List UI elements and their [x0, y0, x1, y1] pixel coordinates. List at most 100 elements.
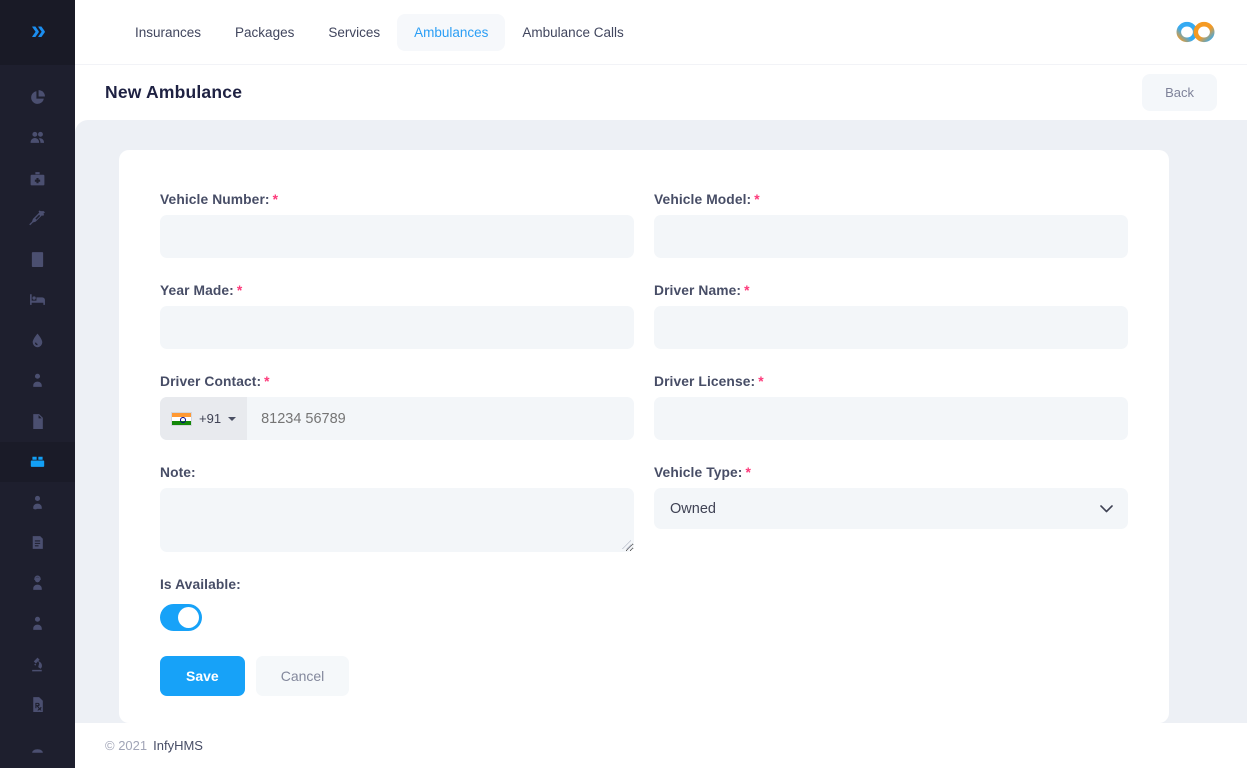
sidebar-item-ambulances[interactable] [0, 442, 75, 483]
sidebar-item-laboratory[interactable] [0, 644, 75, 685]
india-flag-icon [171, 412, 192, 426]
page-header: New Ambulance Back [75, 65, 1247, 120]
form-actions: Save Cancel [160, 656, 1128, 696]
microscope-icon [29, 656, 46, 673]
sidebar-item-billing[interactable] [0, 239, 75, 280]
double-chevron-right-icon: » [31, 17, 44, 44]
copyright-text: © 2021 [105, 738, 147, 753]
sidebar-item-prescriptions[interactable] [0, 685, 75, 726]
driver-contact-label: Driver Contact:* [160, 374, 634, 389]
year-made-label: Year Made:* [160, 283, 634, 298]
back-button[interactable]: Back [1142, 74, 1217, 111]
phone-input-wrap: +91 [160, 397, 634, 440]
driver-license-group: Driver License:* [654, 374, 1128, 440]
document-icon [29, 413, 46, 430]
sidebar-item-patients[interactable] [0, 118, 75, 159]
bed-icon [29, 291, 46, 308]
sidebar-item-treatments[interactable] [0, 199, 75, 240]
content-area: Vehicle Number:* Vehicle Model:* Year Ma… [75, 120, 1247, 723]
note-textarea[interactable] [160, 488, 634, 552]
cancel-button[interactable]: Cancel [256, 656, 350, 696]
caret-down-icon [228, 417, 236, 421]
pie-chart-icon [29, 89, 46, 106]
tab-services[interactable]: Services [311, 14, 397, 51]
ambulance-icon [29, 453, 46, 470]
sidebar-item-dashboard[interactable] [0, 77, 75, 118]
vehicle-type-select[interactable]: Owned [654, 488, 1128, 529]
sidebar-item-doctors[interactable] [0, 482, 75, 523]
form-grid: Vehicle Number:* Vehicle Model:* Year Ma… [160, 192, 1128, 696]
driver-contact-input[interactable] [247, 397, 634, 440]
sidebar-item-employees[interactable] [0, 604, 75, 645]
sidebar-item-reports[interactable] [0, 523, 75, 564]
driver-license-input[interactable] [654, 397, 1128, 440]
person-icon [29, 737, 46, 754]
tab-insurances[interactable]: Insurances [118, 14, 218, 51]
country-code-dropdown[interactable]: +91 [160, 397, 247, 440]
prescription-icon [29, 696, 46, 713]
required-asterisk: * [744, 283, 749, 298]
is-available-group: Is Available: [160, 577, 1128, 631]
year-made-input[interactable] [160, 306, 634, 349]
sidebar-item-receptionists[interactable] [0, 563, 75, 604]
vehicle-number-input[interactable] [160, 215, 634, 258]
employee-icon [29, 615, 46, 632]
sidebar-item-patient-cases[interactable] [0, 361, 75, 402]
required-asterisk: * [264, 374, 269, 389]
sidebar-item-bed-management[interactable] [0, 280, 75, 321]
required-asterisk: * [273, 192, 278, 207]
save-button[interactable]: Save [160, 656, 245, 696]
infyhms-logo[interactable] [1175, 18, 1216, 46]
tab-ambulance-calls[interactable]: Ambulance Calls [505, 14, 640, 51]
sidebar-toggle[interactable]: » [0, 0, 75, 65]
tab-packages[interactable]: Packages [218, 14, 311, 51]
main-area: Insurances Packages Services Ambulances … [75, 0, 1247, 768]
sidebar-item-more[interactable] [0, 725, 75, 766]
vehicle-model-input[interactable] [654, 215, 1128, 258]
receptionist-icon [29, 575, 46, 592]
driver-license-label: Driver License:* [654, 374, 1128, 389]
report-icon [29, 534, 46, 551]
is-available-toggle[interactable] [160, 604, 202, 631]
blood-drop-icon [29, 332, 46, 349]
driver-name-group: Driver Name:* [654, 283, 1128, 349]
driver-name-label: Driver Name:* [654, 283, 1128, 298]
footer: © 2021 InfyHMS [75, 723, 1247, 768]
users-icon [29, 129, 46, 146]
driver-name-input[interactable] [654, 306, 1128, 349]
vehicle-model-label: Vehicle Model:* [654, 192, 1128, 207]
sidebar-nav [0, 65, 75, 766]
patient-icon [29, 372, 46, 389]
sidebar-item-documents[interactable] [0, 401, 75, 442]
note-group: Note: [160, 465, 634, 552]
brand-link[interactable]: InfyHMS [153, 738, 203, 753]
note-label: Note: [160, 465, 634, 480]
vehicle-type-label: Vehicle Type:* [654, 465, 1128, 480]
doctor-icon [29, 494, 46, 511]
vehicle-number-group: Vehicle Number:* [160, 192, 634, 258]
module-tabs: Insurances Packages Services Ambulances … [118, 14, 1175, 51]
tab-ambulances[interactable]: Ambulances [397, 14, 505, 51]
required-asterisk: * [237, 283, 242, 298]
vehicle-model-group: Vehicle Model:* [654, 192, 1128, 258]
sidebar-item-appointments[interactable] [0, 158, 75, 199]
medical-kit-icon [29, 170, 46, 187]
required-asterisk: * [754, 192, 759, 207]
is-available-label: Is Available: [160, 577, 1128, 592]
invoice-icon [29, 251, 46, 268]
infinity-logo-icon [1175, 18, 1216, 46]
sidebar-item-blood-bank[interactable] [0, 320, 75, 361]
top-navbar: Insurances Packages Services Ambulances … [75, 0, 1247, 65]
vehicle-type-group: Vehicle Type:* Owned [654, 465, 1128, 552]
driver-contact-group: Driver Contact:* +91 [160, 374, 634, 440]
syringe-icon [29, 210, 46, 227]
required-asterisk: * [745, 465, 750, 480]
year-made-group: Year Made:* [160, 283, 634, 349]
dial-code: +91 [199, 411, 221, 426]
page-title: New Ambulance [105, 82, 242, 103]
new-ambulance-form-card: Vehicle Number:* Vehicle Model:* Year Ma… [119, 150, 1169, 723]
sidebar: » [0, 0, 75, 768]
toggle-knob [178, 607, 199, 628]
vehicle-number-label: Vehicle Number:* [160, 192, 634, 207]
required-asterisk: * [758, 374, 763, 389]
